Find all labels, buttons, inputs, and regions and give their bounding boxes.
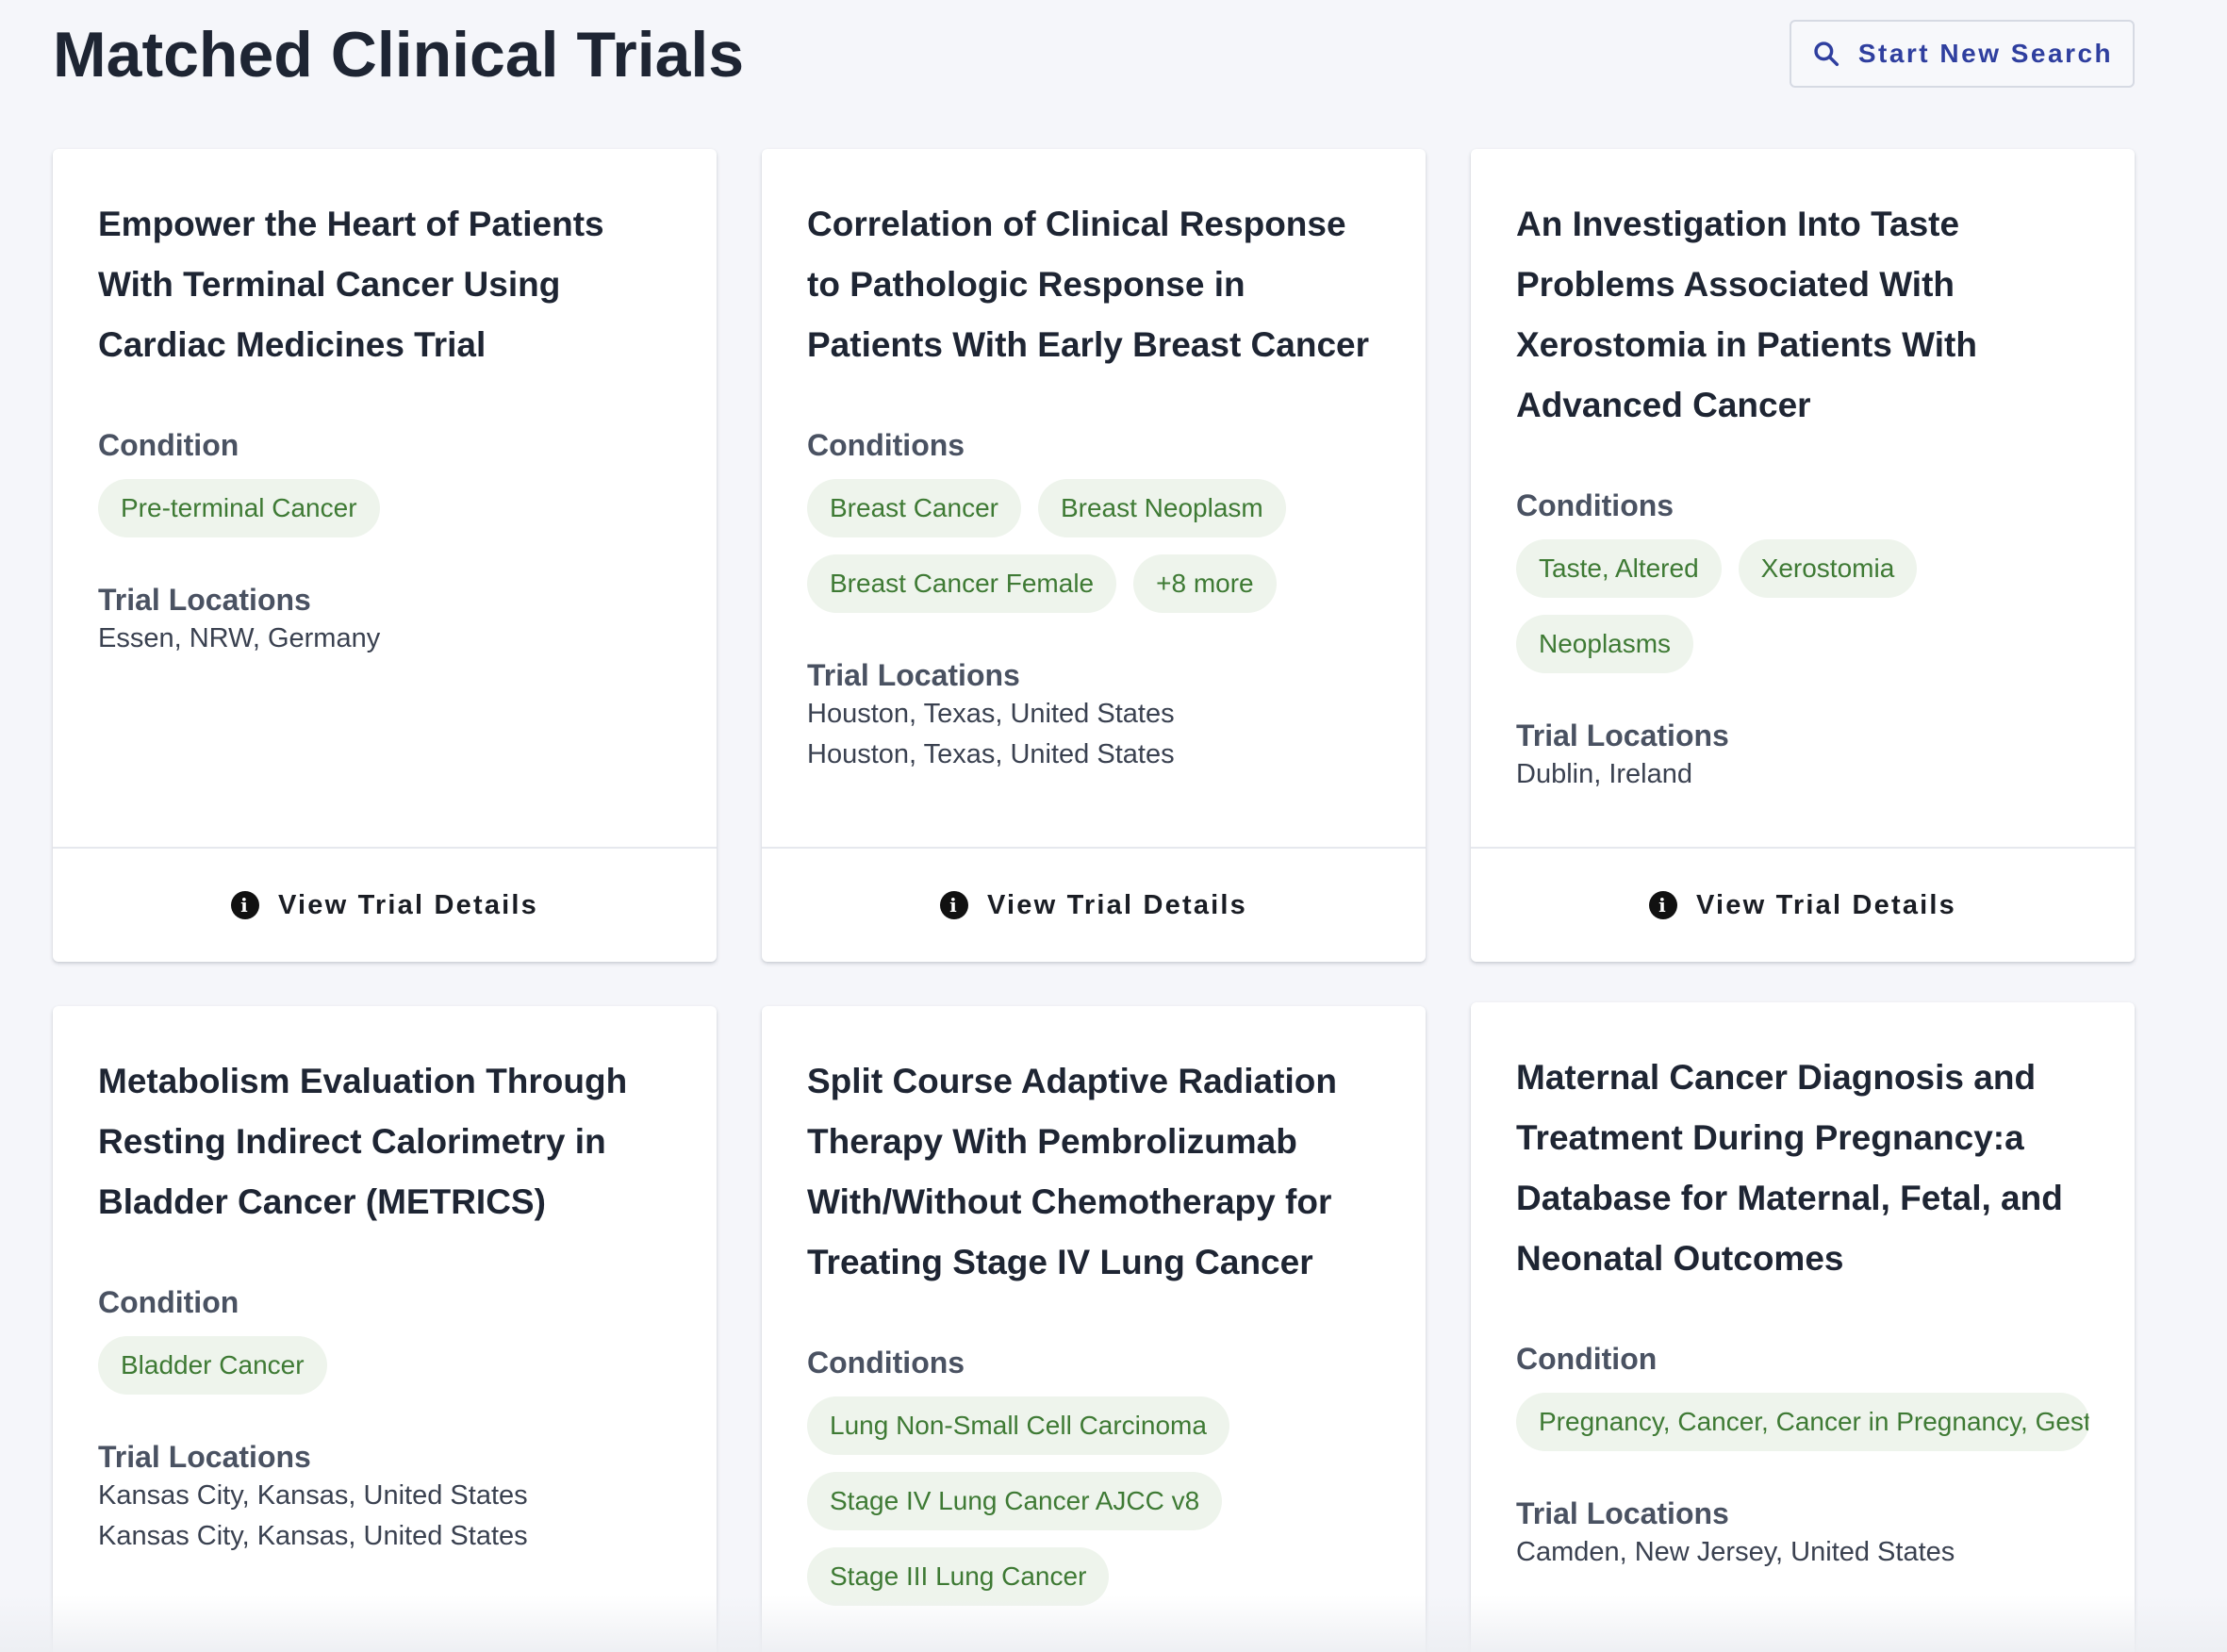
page: Matched Clinical Trials Start New Search… [0,0,2227,1652]
trial-locations-label: Trial Locations [98,1440,311,1474]
trial-title: Correlation of Clinical Response to Path… [807,205,1369,364]
conditions-label: Condition [98,428,239,462]
conditions-label: Conditions [807,1346,965,1379]
info-icon: i [1648,891,1677,919]
conditions-label: Condition [1516,1342,1658,1376]
view-trial-details-button[interactable]: i View Trial Details [762,847,1426,962]
view-trial-details-button[interactable]: i View Trial Details [1471,847,2135,962]
condition-chips: Bladder Cancer [98,1336,673,1395]
trial-locations-label: Trial Locations [807,658,1020,692]
trial-title: Empower the Heart of Patients With Termi… [98,205,604,364]
more-conditions-chip[interactable]: +8 more [1133,554,1277,613]
info-icon: i [230,891,259,919]
trial-card: Split Course Adaptive Radiation Therapy … [762,1006,1426,1652]
location-item: Kansas City, Kansas, United States [98,1521,528,1551]
trial-card: Metabolism Evaluation Through Resting In… [53,1006,717,1652]
trial-title: Split Course Adaptive Radiation Therapy … [807,1062,1337,1281]
trial-title: Maternal Cancer Diagnosis and Treatment … [1516,1058,2063,1278]
trial-card: An Investigation Into Taste Problems Ass… [1471,149,2135,962]
trial-title: An Investigation Into Taste Problems Ass… [1516,205,1977,424]
condition-chip: Lung Non-Small Cell Carcinoma [807,1396,1229,1455]
trial-locations: Kansas City, Kansas, United States Kansa… [98,1476,673,1557]
trial-card: Correlation of Clinical Response to Path… [762,149,1426,962]
trial-locations: Camden, New Jersey, United States [1516,1532,2091,1573]
condition-chip: Taste, Altered [1516,539,1722,598]
page-header: Matched Clinical Trials Start New Search [53,0,2135,111]
view-trial-details-label: View Trial Details [986,889,1248,920]
condition-chip: Breast Cancer Female [807,554,1117,613]
condition-chips: Pregnancy, Cancer, Cancer in Pregnancy, … [1516,1393,2091,1451]
condition-chip: Pre-terminal Cancer [98,479,380,537]
condition-chips: Pre-terminal Cancer [98,479,673,537]
trial-locations: Dublin, Ireland [1516,754,2091,795]
condition-chips: Breast Cancer Breast Neoplasm Breast Can… [807,479,1382,613]
location-item: Kansas City, Kansas, United States [98,1480,528,1511]
location-item: Camden, New Jersey, United States [1516,1537,1955,1567]
condition-chip: Pregnancy, Cancer, Cancer in Pregnancy, … [1516,1393,2089,1451]
trial-locations-label: Trial Locations [98,583,311,617]
trial-card: Maternal Cancer Diagnosis and Treatment … [1471,1002,2135,1652]
trial-locations: Essen, NRW, Germany [98,619,673,659]
trial-locations: Houston, Texas, United States Houston, T… [807,694,1382,775]
trial-locations-label: Trial Locations [1516,1496,1729,1530]
view-trial-details-label: View Trial Details [277,889,539,920]
condition-chip: Bladder Cancer [98,1336,327,1395]
condition-chip: Breast Cancer [807,479,1021,537]
condition-chips: Lung Non-Small Cell Carcinoma Stage IV L… [807,1396,1382,1606]
conditions-label: Conditions [1516,488,1674,522]
location-item: Houston, Texas, United States [807,739,1175,769]
condition-chip: Xerostomia [1738,539,1918,598]
search-button-label: Start New Search [1857,39,2114,68]
view-trial-details-button[interactable]: i View Trial Details [53,847,717,962]
info-icon: i [939,891,968,919]
trial-locations-label: Trial Locations [1516,719,1729,752]
condition-chips: Taste, Altered Xerostomia Neoplasms [1516,539,2091,673]
conditions-label: Conditions [807,428,965,462]
location-item: Dublin, Ireland [1516,759,1692,789]
search-icon [1814,41,1839,67]
view-trial-details-label: View Trial Details [1695,889,1957,920]
trial-card: Empower the Heart of Patients With Termi… [53,149,717,962]
trial-title: Metabolism Evaluation Through Resting In… [98,1062,628,1221]
conditions-label: Condition [98,1285,239,1319]
scroll-fade [0,1595,2227,1652]
start-new-search-button[interactable]: Start New Search [1790,20,2135,88]
condition-chip: Stage IV Lung Cancer AJCC v8 [807,1472,1223,1530]
condition-chip: Breast Neoplasm [1037,479,1286,537]
condition-chip: Neoplasms [1516,615,1694,673]
page-title: Matched Clinical Trials [53,19,745,91]
location-item: Houston, Texas, United States [807,699,1175,729]
location-item: Essen, NRW, Germany [98,623,381,653]
